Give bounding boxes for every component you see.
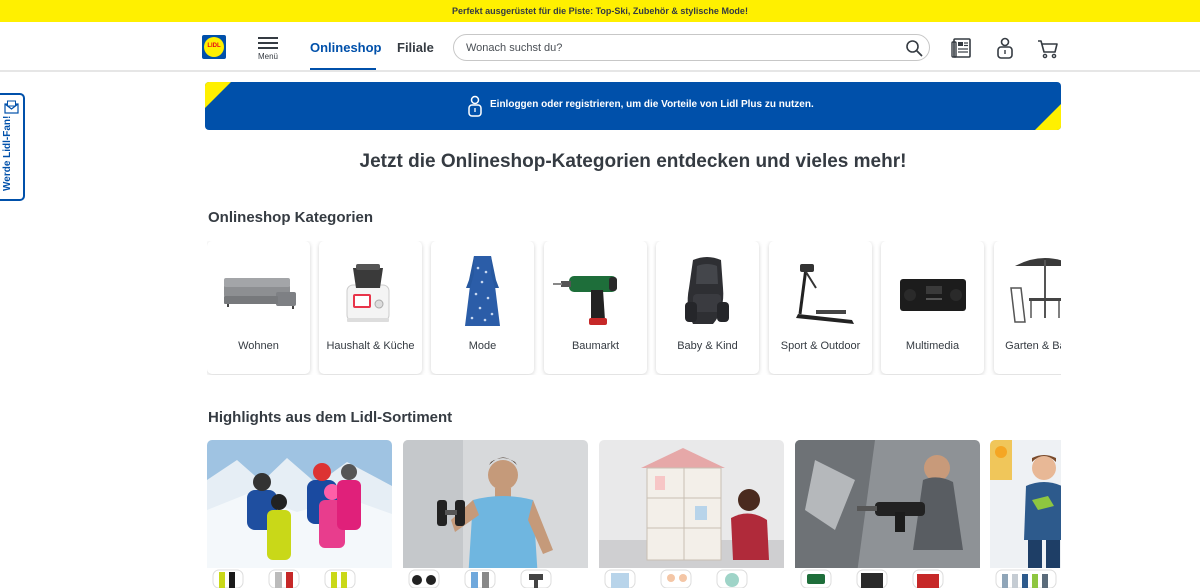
tab-onlineshop[interactable]: Onlineshop <box>310 40 382 55</box>
dress-image <box>465 256 500 326</box>
dumbbell-fitness-image <box>403 440 588 588</box>
lidl-plus-text: Einloggen oder registrieren, um die Vort… <box>490 99 814 110</box>
active-tab-indicator <box>310 68 376 70</box>
category-card-garten-balkon[interactable]: Garten & Balkon <box>994 241 1061 374</box>
category-card-baby-kind[interactable]: Baby & Kind <box>656 241 759 374</box>
highlights-carousel <box>207 440 1061 588</box>
categories-title: Onlineshop Kategorien <box>208 209 374 226</box>
treadmill-image <box>796 264 854 324</box>
logo-text: LIDL <box>207 43 221 49</box>
category-label: Baumarkt <box>571 340 620 352</box>
banner-corner-left <box>205 82 231 108</box>
car-seat-image <box>685 257 729 324</box>
menu-label: Menü <box>257 52 278 61</box>
highlight-card-ski[interactable] <box>207 440 392 588</box>
page-heading: Jetzt die Onlineshop-Kategorien entdecke… <box>359 151 907 172</box>
account-icon[interactable] <box>993 36 1017 60</box>
lidl-fan-tab[interactable]: Werde Lidl-Fan! <box>0 93 25 201</box>
category-card-haushalt-kueche[interactable]: Haushalt & Küche <box>319 241 422 374</box>
kitchen-machine-image <box>346 264 390 322</box>
drill-image <box>553 276 617 325</box>
search-icon[interactable] <box>905 39 923 57</box>
person-icon <box>468 95 482 117</box>
highlight-card-tools[interactable] <box>795 440 980 588</box>
highlight-card-kids[interactable] <box>990 440 1061 588</box>
highlights-title: Highlights aus dem Lidl-Sortiment <box>208 409 453 426</box>
category-card-multimedia[interactable]: Multimedia <box>881 241 984 374</box>
sofa-image <box>224 278 296 309</box>
patio-set-image <box>1010 258 1061 323</box>
promo-bar[interactable]: Perfekt ausgerüstet für die Piste: Top-S… <box>0 0 1200 22</box>
search-box <box>453 34 930 61</box>
highlight-card-dollhouse[interactable] <box>599 440 784 588</box>
highlight-card-fitness[interactable] <box>403 440 588 588</box>
category-label: Mode <box>468 340 497 352</box>
brochure-icon[interactable] <box>950 36 974 60</box>
category-card-sport-outdoor[interactable]: Sport & Outdoor <box>769 241 872 374</box>
lidl-logo[interactable]: LIDL <box>202 35 226 59</box>
header: LIDL Menü Onlineshop Filiale <box>0 22 1200 72</box>
category-label: Garten & Balkon <box>1005 340 1061 352</box>
tab-filiale[interactable]: Filiale <box>397 40 434 55</box>
category-label: Baby & Kind <box>677 340 738 352</box>
power-tools-image <box>795 440 980 588</box>
category-card-mode[interactable]: Mode <box>431 241 534 374</box>
category-label: Multimedia <box>905 340 960 352</box>
hamburger-icon <box>258 37 278 39</box>
category-label: Wohnen <box>238 340 279 352</box>
dollhouse-toys-image <box>599 440 784 588</box>
category-carousel: Wohnen Haushalt & Küche Mode Baumarkt Ba… <box>207 241 1061 375</box>
search-input[interactable] <box>466 40 886 56</box>
newsletter-icon <box>4 100 19 114</box>
banner-corner-right <box>1035 104 1061 130</box>
ski-family-image <box>207 440 392 588</box>
category-card-wohnen[interactable]: Wohnen <box>207 241 310 374</box>
lidl-plus-banner[interactable]: Einloggen oder registrieren, um die Vort… <box>205 82 1061 130</box>
cart-icon[interactable] <box>1036 36 1060 60</box>
category-card-baumarkt[interactable]: Baumarkt <box>544 241 647 374</box>
menu-button[interactable]: Menü <box>254 34 282 64</box>
category-label: Haushalt & Küche <box>326 340 415 352</box>
kids-clothing-image <box>990 440 1061 588</box>
radio-image <box>900 279 966 311</box>
category-label: Sport & Outdoor <box>780 340 861 352</box>
